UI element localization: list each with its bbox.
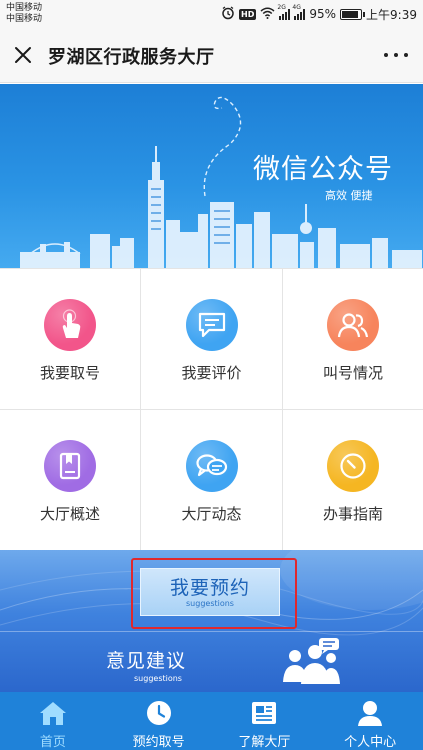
grid-item-hall-overview[interactable]: 大厅概述 (0, 410, 140, 550)
grid-item-take-number[interactable]: 我要取号 (0, 269, 140, 409)
chat-list-icon (185, 299, 238, 351)
grid-item-label: 大厅动态 (181, 505, 242, 523)
wechat-banner[interactable]: 微信公众号 高效 便捷 (0, 84, 423, 268)
tab-label: 个人中心 (344, 735, 397, 750)
grid-item-hall-news[interactable]: 大厅动态 (141, 410, 282, 550)
page-title: 罗湖区行政服务大厅 (48, 47, 215, 68)
banner-subtitle: 高效 便捷 (325, 189, 373, 202)
more-dot-icon (384, 53, 388, 57)
banner-title: 微信公众号 (253, 154, 393, 185)
home-icon (39, 698, 67, 728)
status-bar: 中国移动 中国移动 HD 2G 4G 95% 上午9:39 (0, 0, 423, 28)
tab-label: 预约取号 (132, 735, 185, 750)
alarm-icon (221, 5, 235, 23)
title-bar: 罗湖区行政服务大厅 (0, 28, 423, 83)
network-type-2: 4G (292, 4, 301, 11)
grid-item-label: 办事指南 (322, 505, 383, 523)
close-icon (15, 47, 31, 63)
close-button[interactable] (10, 42, 36, 68)
tab-label: 了解大厅 (238, 735, 291, 750)
tab-home[interactable]: 首页 (0, 692, 106, 750)
compass-icon (327, 440, 379, 492)
chat-bubbles-icon (185, 440, 238, 492)
signal-icon-1: 2G (277, 4, 291, 20)
tab-appointment[interactable]: 预约取号 (106, 692, 212, 750)
suggestions-sublabel: suggestions (134, 674, 182, 683)
carrier-label-2: 中国移动 (6, 14, 43, 24)
highlight-box (131, 558, 297, 629)
bookmark-book-icon (44, 440, 96, 492)
battery-icon (340, 8, 366, 20)
tab-label: 首页 (39, 735, 66, 750)
signal-icon-2: 4G (292, 4, 306, 20)
hand-tap-icon (44, 299, 96, 351)
grid-item-label: 叫号情况 (322, 364, 383, 382)
more-dot-icon (394, 53, 398, 57)
grid-item-service-guide[interactable]: 办事指南 (283, 410, 423, 550)
newspaper-icon (250, 698, 278, 728)
wifi-icon (260, 7, 275, 22)
function-grid: 我要取号 我要评价 叫号情况 大厅概述 大厅动态 办事指南 (0, 268, 423, 550)
tab-profile[interactable]: 个人中心 (317, 692, 423, 750)
network-type-1: 2G (277, 4, 286, 11)
more-dot-icon (404, 53, 408, 57)
people-group-icon (283, 638, 340, 684)
people-icon (327, 299, 379, 351)
tab-about-hall[interactable]: 了解大厅 (212, 692, 318, 750)
grid-item-queue-status[interactable]: 叫号情况 (283, 269, 423, 409)
user-icon (356, 698, 384, 728)
battery-percent: 95% (309, 7, 337, 21)
carrier-label-1: 中国移动 (6, 3, 43, 13)
more-options-button[interactable] (381, 44, 411, 66)
grid-item-label: 我要取号 (39, 364, 100, 382)
clock-icon (145, 698, 173, 728)
clock-time: 上午9:39 (366, 7, 417, 22)
suggestions-label[interactable]: 意见建议 (106, 646, 186, 673)
hd-badge: HD (239, 8, 257, 20)
grid-item-label: 我要评价 (181, 364, 242, 382)
status-icons: HD 2G 4G 95% 上午9:39 (221, 4, 417, 23)
grid-item-label: 大厅概述 (39, 505, 100, 523)
appointment-banner: 我要预约 suggestions 意见建议 suggestions (0, 550, 423, 692)
bottom-tab-bar: 首页 预约取号 了解大厅 个人中心 (0, 692, 423, 750)
grid-item-evaluate[interactable]: 我要评价 (141, 269, 282, 409)
divider (0, 631, 423, 632)
